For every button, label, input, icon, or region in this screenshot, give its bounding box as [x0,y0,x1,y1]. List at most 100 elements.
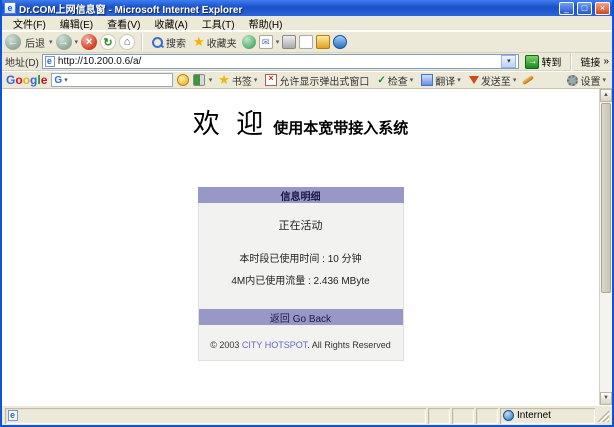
history-icon[interactable] [242,35,256,49]
welcome-heading: 欢 迎使用本宽带接入系统 [2,102,599,141]
copyright-suffix: . All Rights Reserved [307,340,391,350]
status-bar: Internet [2,405,612,425]
address-field[interactable]: ▾ [42,54,520,69]
scrollbar-thumb[interactable] [601,103,611,293]
connection-status: 正在活动 [199,203,403,233]
discuss-icon[interactable] [316,35,330,49]
close-button[interactable]: × [595,2,610,15]
links-more[interactable]: » [603,56,609,67]
maximize-button[interactable]: □ [577,2,592,15]
internet-globe-icon [503,410,514,421]
google-logo-letter: o [15,73,22,87]
used-time-line: 本时段已使用时间 : 10 分钟 [199,250,403,265]
status-page-icon [8,410,18,421]
go-arrow-icon: → [525,55,539,69]
messenger-icon[interactable] [333,35,347,49]
gear-icon [567,75,578,86]
welcome-title-large: 欢 迎 [193,109,268,140]
menu-help[interactable]: 帮助(H) [242,16,290,31]
back-button-label: 后退 [25,35,45,50]
search-button-label: 搜索 [166,35,186,50]
copyright-prefix: © 2003 [210,340,242,350]
spellcheck-button[interactable]: ✓ 检查 ▾ [375,73,415,88]
back-icon: ← [8,36,19,48]
welcome-title-small: 使用本宽带接入系统 [273,119,408,137]
menu-edit[interactable]: 编辑(E) [53,16,100,31]
go-back-link[interactable]: 返回 Go Back [270,310,331,325]
search-button[interactable]: 搜索 [149,35,188,50]
links-label[interactable]: 链接 [580,54,600,69]
search-icon [151,36,164,49]
info-box-body: 正在活动 本时段已使用时间 : 10 分钟 4M内已使用流量 : 2.436 M… [198,203,404,361]
bookmarks-button[interactable]: ★ 书签 ▾ [216,72,259,88]
google-g-icon: G [54,75,62,86]
toolbar-separator [141,33,143,51]
scroll-down-button[interactable]: ▼ [600,392,612,405]
home-button[interactable]: ⌂ [119,34,135,50]
vertical-scrollbar[interactable]: ▲ ▼ [599,89,612,405]
status-pane [452,408,474,424]
status-left-pane [5,408,426,424]
go-button[interactable]: → 转到 [522,54,564,70]
send-to-dropdown: ▾ [513,76,517,84]
window-title: Dr.COM上网信息窗 - Microsoft Internet Explore… [19,1,556,16]
minimize-button[interactable]: _ [559,2,574,15]
google-logo-letter: e [41,73,48,87]
menu-tools[interactable]: 工具(T) [195,16,242,31]
bookmarks-dropdown: ▾ [254,76,258,84]
address-dropdown-button[interactable]: ▾ [501,55,516,68]
settings-label: 设置 [580,73,600,88]
translate-button[interactable]: 翻译 ▾ [419,73,463,88]
content-area: 欢 迎使用本宽带接入系统 信息明细 正在活动 本时段已使用时间 : 10 分钟 … [2,89,612,405]
address-bar: 地址(D) ▾ → 转到 链接 » [2,53,612,71]
smiley-icon[interactable] [177,74,189,86]
ie-app-icon: e [4,2,16,14]
forward-button[interactable]: → [56,34,72,50]
google-logo-letter: G [6,73,15,87]
google-logo-letter: o [23,73,30,87]
go-back-bar[interactable]: 返回 Go Back [199,309,403,325]
resize-grip[interactable] [597,410,609,422]
google-toolbar: Google G ▾ ▾ ★ 书签 ▾ 允许显示弹出式窗口 ✓ 检查 ▾ 翻译 … [2,71,612,89]
home-icon: ⌂ [124,36,131,48]
back-dropdown[interactable]: ▾ [49,38,53,46]
forward-icon: → [58,36,69,48]
favorites-button[interactable]: ★ 收藏夹 [191,34,239,50]
address-input[interactable] [58,55,499,68]
web-page: 欢 迎使用本宽带接入系统 信息明细 正在活动 本时段已使用时间 : 10 分钟 … [2,89,599,405]
translate-dropdown: ▾ [457,76,461,84]
menu-bar: 文件(F) 编辑(E) 查看(V) 收藏(A) 工具(T) 帮助(H) [2,16,612,31]
pagerank-dropdown[interactable]: ▾ [209,76,213,84]
stop-button[interactable]: × [81,34,97,50]
back-button[interactable]: ← [5,34,21,50]
menu-view[interactable]: 查看(V) [100,16,147,31]
title-bar: e Dr.COM上网信息窗 - Microsoft Internet Explo… [2,0,612,16]
pagerank-icon[interactable] [193,74,205,86]
forward-dropdown[interactable]: ▾ [75,38,79,46]
google-search-input[interactable] [70,74,170,86]
menu-file[interactable]: 文件(F) [6,16,53,31]
print-icon[interactable] [282,35,296,49]
address-label: 地址(D) [5,54,39,69]
popup-blocker-label: 允许显示弹出式窗口 [279,73,369,88]
stop-icon: × [86,36,92,48]
menu-favorites[interactable]: 收藏(A) [147,16,194,31]
standard-toolbar: ← 后退 ▾ → ▾ × ↻ ⌂ 搜索 ★ 收藏夹 ✉ ▾ [2,31,612,53]
scroll-up-button[interactable]: ▲ [600,89,612,102]
pen-icon[interactable] [522,75,534,85]
google-search-box[interactable]: G ▾ [51,73,172,87]
refresh-icon: ↻ [103,36,112,49]
mail-icon[interactable]: ✉ [259,35,273,49]
mail-dropdown[interactable]: ▾ [276,38,280,46]
copyright-line: © 2003 CITY HOTSPOT. All Rights Reserved [199,340,403,350]
popup-blocker-button[interactable]: 允许显示弹出式窗口 [263,73,371,88]
google-g-dropdown[interactable]: ▾ [64,76,68,84]
scrollbar-track[interactable] [600,294,612,392]
translate-label: 翻译 [435,73,455,88]
google-logo: Google [6,73,47,87]
edit-icon[interactable] [299,35,313,49]
send-to-button[interactable]: 发送至 ▾ [467,73,519,88]
favorites-star-icon: ★ [193,34,205,50]
refresh-button[interactable]: ↻ [100,34,116,50]
settings-button[interactable]: 设置 ▾ [565,73,608,88]
